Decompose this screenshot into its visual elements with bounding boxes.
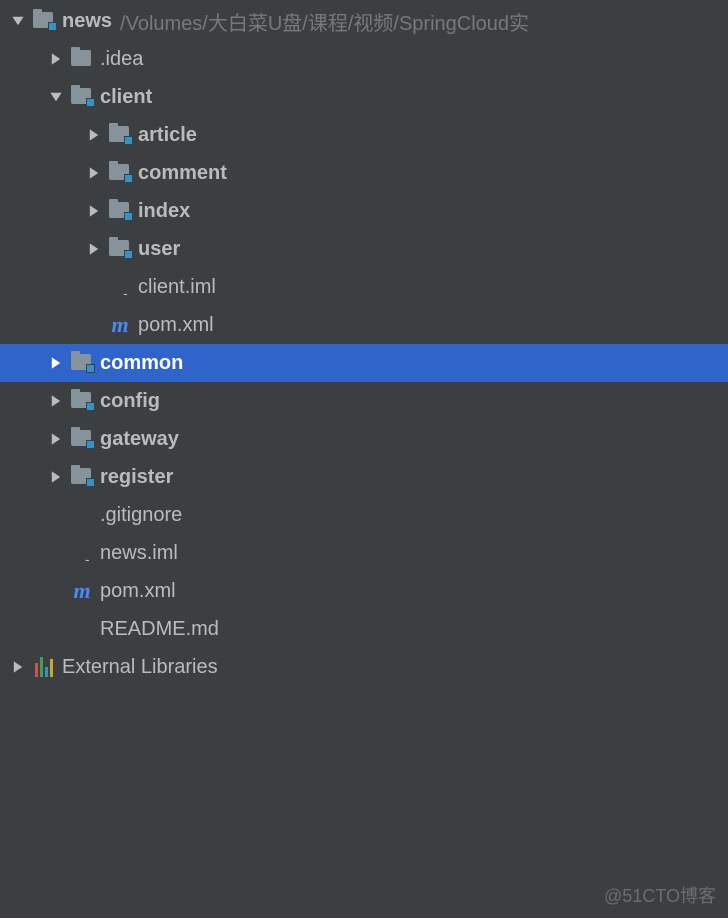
tree-row-root[interactable]: news /Volumes/大白菜U盘/课程/视频/SpringCloud实: [0, 2, 728, 40]
tree-row-gateway[interactable]: gateway: [0, 420, 728, 458]
maven-icon: m: [106, 312, 134, 338]
tree-row-register[interactable]: register: [0, 458, 728, 496]
tree-row-gitignore[interactable]: .gitignore: [0, 496, 728, 534]
tree-row-external-libs[interactable]: External Libraries: [0, 648, 728, 686]
tree-row-news-iml[interactable]: news.iml: [0, 534, 728, 572]
chevron-right-icon[interactable]: [44, 470, 68, 484]
item-label: comment: [138, 162, 227, 185]
tree-row-root-pom[interactable]: m pom.xml: [0, 572, 728, 610]
tree-row-client-pom[interactable]: m pom.xml: [0, 306, 728, 344]
item-label: .idea: [100, 48, 143, 71]
tree-row-index[interactable]: index: [0, 192, 728, 230]
item-label: common: [100, 352, 183, 375]
chevron-right-icon[interactable]: [44, 52, 68, 66]
tree-row-config[interactable]: config: [0, 382, 728, 420]
item-label: .gitignore: [100, 504, 182, 527]
folder-icon: [68, 50, 96, 68]
module-folder-icon: [30, 12, 58, 30]
item-label: client: [100, 86, 152, 109]
tree-row-comment[interactable]: comment: [0, 154, 728, 192]
module-folder-icon: [68, 392, 96, 410]
item-label: External Libraries: [62, 656, 218, 679]
tree-row-user[interactable]: user: [0, 230, 728, 268]
file-icon: [68, 618, 96, 640]
item-label: index: [138, 200, 190, 223]
tree-row-client[interactable]: client: [0, 78, 728, 116]
item-label: register: [100, 466, 173, 489]
item-label: news.iml: [100, 542, 178, 565]
module-folder-icon: [68, 354, 96, 372]
chevron-right-icon[interactable]: [44, 356, 68, 370]
item-label: pom.xml: [138, 314, 214, 337]
tree-row-common[interactable]: common: [0, 344, 728, 382]
library-icon: [30, 657, 58, 677]
item-label: client.iml: [138, 276, 216, 299]
item-label: config: [100, 390, 160, 413]
chevron-right-icon[interactable]: [44, 394, 68, 408]
project-tree: news /Volumes/大白菜U盘/课程/视频/SpringCloud实 .…: [0, 0, 728, 686]
module-folder-icon: [106, 164, 134, 182]
item-label: user: [138, 238, 180, 261]
item-label: article: [138, 124, 197, 147]
module-folder-icon: [68, 430, 96, 448]
tree-row-client-iml[interactable]: client.iml: [0, 268, 728, 306]
chevron-right-icon[interactable]: [82, 204, 106, 218]
chevron-down-icon[interactable]: [44, 90, 68, 104]
module-folder-icon: [68, 468, 96, 486]
root-path: /Volumes/大白菜U盘/课程/视频/SpringCloud实: [120, 7, 529, 36]
module-folder-icon: [106, 240, 134, 258]
tree-row-readme[interactable]: README.md: [0, 610, 728, 648]
item-label: gateway: [100, 428, 179, 451]
file-icon: [68, 542, 96, 564]
module-folder-icon: [106, 202, 134, 220]
tree-row-idea[interactable]: .idea: [0, 40, 728, 78]
file-icon: [68, 504, 96, 526]
module-folder-icon: [106, 126, 134, 144]
chevron-right-icon[interactable]: [6, 660, 30, 674]
item-label: pom.xml: [100, 580, 176, 603]
maven-icon: m: [68, 578, 96, 604]
root-name: news: [62, 10, 112, 33]
chevron-down-icon[interactable]: [6, 14, 30, 28]
chevron-right-icon[interactable]: [82, 166, 106, 180]
chevron-right-icon[interactable]: [44, 432, 68, 446]
tree-row-article[interactable]: article: [0, 116, 728, 154]
file-icon: [106, 276, 134, 298]
chevron-right-icon[interactable]: [82, 242, 106, 256]
item-label: README.md: [100, 618, 219, 641]
module-folder-icon: [68, 88, 96, 106]
chevron-right-icon[interactable]: [82, 128, 106, 142]
watermark: @51CTO博客: [604, 882, 716, 908]
